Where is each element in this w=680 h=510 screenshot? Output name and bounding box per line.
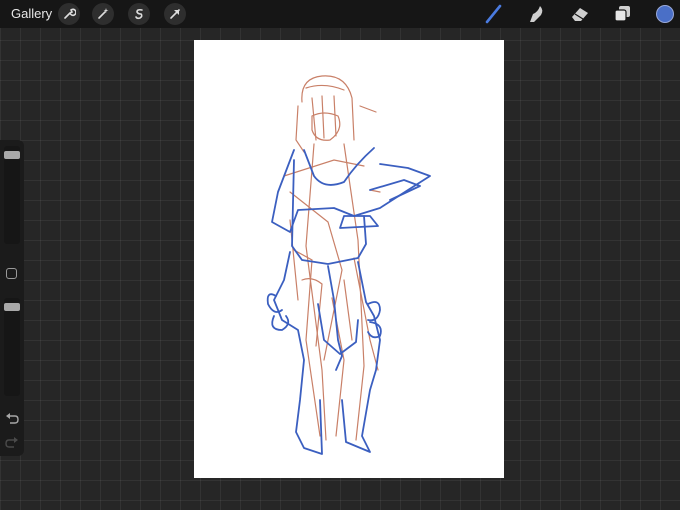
smudge-icon[interactable] (524, 2, 548, 26)
undo-icon[interactable] (5, 412, 19, 424)
wrench-icon[interactable] (58, 3, 80, 25)
redo-icon[interactable] (5, 436, 19, 448)
sidebar (0, 140, 24, 456)
gallery-button[interactable]: Gallery (11, 6, 52, 21)
opacity-handle[interactable] (4, 303, 20, 311)
eraser-icon[interactable] (568, 2, 592, 26)
magic-wand-icon[interactable] (92, 3, 114, 25)
brush-icon[interactable] (482, 2, 506, 26)
top-toolbar: Gallery (0, 0, 680, 28)
opacity-slider[interactable] (4, 298, 20, 396)
sketch-artwork (266, 75, 431, 455)
brush-size-handle[interactable] (4, 151, 20, 159)
color-picker-button[interactable] (656, 5, 674, 23)
layers-icon[interactable] (610, 2, 634, 26)
transform-arrow-icon[interactable] (164, 3, 186, 25)
brush-size-slider[interactable] (4, 146, 20, 244)
selection-icon[interactable] (128, 3, 150, 25)
modify-button[interactable] (6, 268, 17, 279)
drawing-canvas[interactable] (194, 40, 504, 478)
